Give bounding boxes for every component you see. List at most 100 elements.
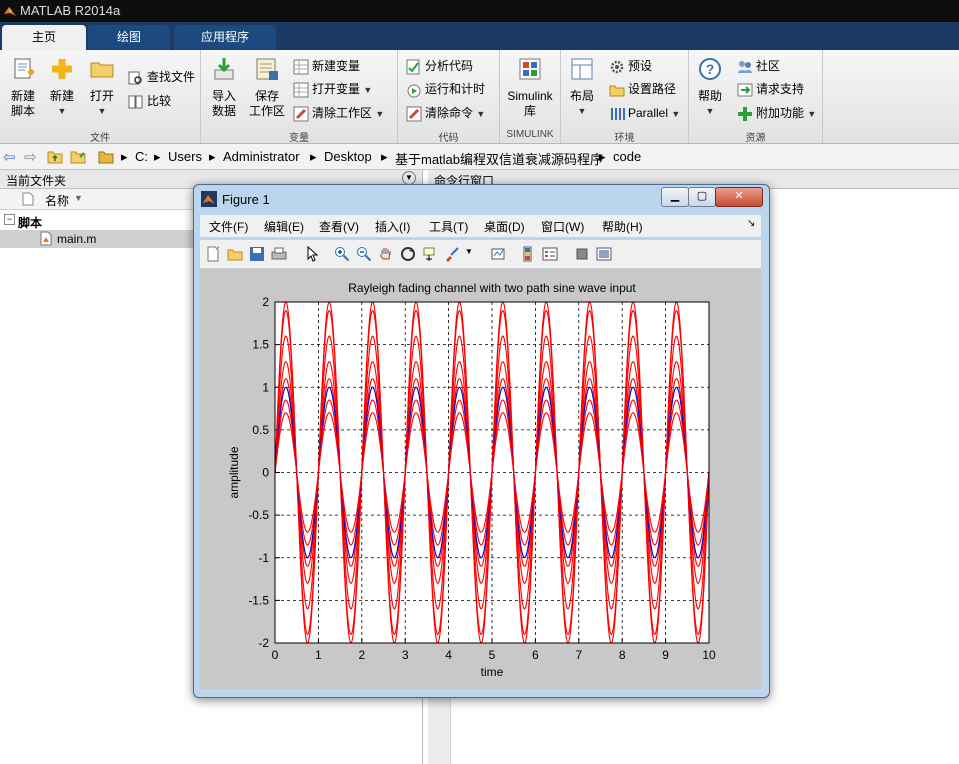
minimize-icon: ▁	[670, 190, 680, 202]
breadcrumb-users[interactable]: Users	[168, 149, 202, 164]
column-name-label[interactable]: 名称	[45, 192, 69, 209]
link-plot-icon[interactable]	[490, 246, 506, 262]
x-tick-label: 6	[532, 648, 539, 662]
menu-tools[interactable]: 工具(T)	[429, 218, 468, 235]
new-script-label-1: 新建	[10, 89, 35, 103]
community-label: 社区	[756, 59, 781, 73]
figure-window[interactable]: Figure 1 ▁ ▢ ✕ 文件(F) 编辑(E) 查看(V) 插入(I) 工…	[193, 184, 770, 698]
simulink-library-icon	[519, 58, 541, 80]
new-script-label-2: 脚本	[10, 104, 35, 118]
figure-canvas[interactable]: 0 1 2 3 4 5 6 7 8 9 10 2 1.5 1 0.5 0 -0.5 -1 -1.5 -2 Rayleig…	[200, 269, 761, 689]
menu-file[interactable]: 文件(F)	[209, 218, 248, 235]
back-arrow-icon[interactable]: ⇦	[3, 148, 16, 166]
chevron-down-icon[interactable]: ▼	[465, 247, 481, 263]
show-plot-tools-icon[interactable]	[596, 246, 612, 262]
run-and-time-label: 运行和计时	[425, 82, 486, 96]
request-support-button[interactable]: 请求支持	[737, 79, 804, 99]
zoom-out-icon[interactable]	[356, 246, 372, 262]
pan-hand-icon[interactable]	[378, 246, 394, 262]
analyze-code-button[interactable]: 分析代码	[406, 56, 473, 76]
parallel-label: Parallel	[628, 106, 669, 120]
browse-folder-icon[interactable]	[70, 149, 88, 164]
open-button[interactable]: 打开 ▼	[86, 56, 118, 119]
breadcrumb-administrator[interactable]: Administrator	[223, 149, 300, 164]
sort-down-icon: ▼	[74, 193, 83, 203]
request-support-label: 请求支持	[756, 82, 805, 96]
import-data-button[interactable]: 导入 数据	[207, 56, 241, 119]
set-path-button[interactable]: 设置路径	[609, 79, 676, 99]
new-variable-button[interactable]: 新建变量	[293, 56, 360, 76]
run-and-time-button[interactable]: 运行和计时	[406, 79, 485, 99]
layout-button[interactable]: 布局 ▼	[565, 56, 599, 119]
breadcrumb-desktop[interactable]: Desktop	[324, 149, 372, 164]
panel-menu-icon[interactable]: ▼	[402, 171, 416, 185]
preferences-button[interactable]: 预设	[609, 56, 652, 76]
zoom-in-icon[interactable]	[334, 246, 350, 262]
community-button[interactable]: 社区	[737, 56, 780, 76]
parallel-button[interactable]: Parallel ▼	[609, 103, 680, 123]
data-cursor-icon[interactable]	[422, 246, 438, 262]
breadcrumb-code[interactable]: code	[613, 149, 641, 164]
tab-apps[interactable]: 应用程序	[174, 25, 276, 50]
group-code-label: 代码	[438, 133, 459, 144]
menu-view[interactable]: 查看(V)	[319, 218, 359, 235]
y-axis-label: amplitude	[227, 446, 241, 498]
up-folder-icon[interactable]	[47, 149, 63, 164]
clear-workspace-button[interactable]: 清除工作区 ▼	[293, 103, 384, 123]
matlab-logo-icon	[4, 7, 16, 16]
pointer-icon[interactable]	[304, 246, 320, 262]
y-tick-label: 1	[262, 380, 269, 394]
breadcrumb-separator: ▸	[310, 149, 317, 164]
tab-home[interactable]: 主页	[2, 25, 86, 50]
clear-workspace-label: 清除工作区	[312, 106, 373, 120]
compare-button[interactable]: 比较	[128, 91, 171, 111]
y-tick-label: 0	[262, 466, 269, 480]
collapse-icon[interactable]: −	[4, 214, 15, 225]
close-icon: ✕	[734, 190, 744, 202]
insert-legend-icon[interactable]	[542, 246, 558, 262]
x-tick-label: 8	[619, 648, 626, 662]
print-icon[interactable]	[271, 246, 287, 262]
rotate-3d-icon[interactable]	[400, 246, 416, 262]
menu-desktop[interactable]: 桌面(D)	[484, 218, 525, 235]
menu-help[interactable]: 帮助(H)	[602, 218, 643, 235]
open-variable-button[interactable]: 打开变量 ▼	[293, 79, 372, 99]
hide-plot-tools-icon[interactable]	[574, 246, 590, 262]
x-tick-label: 10	[702, 648, 716, 662]
folder-path-icon	[609, 85, 625, 97]
simulink-library-button[interactable]: Simulink 库	[504, 56, 556, 119]
new-button[interactable]: 新建 ▼	[46, 56, 78, 119]
svg-text:?: ?	[706, 61, 715, 77]
menu-insert[interactable]: 插入(I)	[375, 218, 410, 235]
close-button[interactable]: ✕	[715, 187, 763, 207]
brush-icon[interactable]	[444, 246, 460, 262]
insert-colorbar-icon[interactable]	[520, 246, 536, 262]
save-icon[interactable]	[249, 246, 265, 262]
new-figure-icon[interactable]	[205, 246, 221, 262]
save-workspace-button[interactable]: 保存 工作区	[247, 56, 287, 119]
find-files-button[interactable]: 查找文件	[128, 67, 195, 87]
figure-toolbar: ▼	[200, 240, 761, 269]
help-button[interactable]: ? 帮助 ▼	[695, 56, 725, 119]
open-file-icon[interactable]	[227, 246, 243, 262]
dock-arrow-icon[interactable]: ↘	[747, 218, 755, 229]
minimize-button[interactable]: ▁	[661, 187, 689, 207]
group-variable: 导入 数据 保存 工作区 新建变量 打开变量 ▼ 清除工作区 ▼ 变量	[201, 50, 398, 144]
menu-window[interactable]: 窗口(W)	[541, 218, 584, 235]
analyze-code-icon	[406, 59, 420, 75]
folder-icon	[90, 62, 114, 78]
breadcrumb-project-folder[interactable]: 基于matlab编程双信道衰减源码程序	[395, 149, 603, 168]
forward-arrow-icon[interactable]: ⇨	[24, 148, 37, 166]
clear-commands-button[interactable]: 清除命令 ▼	[406, 103, 485, 123]
tab-plots[interactable]: 绘图	[88, 25, 170, 50]
clear-commands-icon	[406, 106, 422, 122]
menu-edit[interactable]: 编辑(E)	[264, 218, 304, 235]
new-script-button[interactable]: 新建 脚本	[6, 56, 40, 119]
x-tick-label: 0	[272, 648, 279, 662]
breadcrumb-c-drive[interactable]: C:	[135, 149, 148, 164]
maximize-button[interactable]: ▢	[688, 187, 716, 207]
addons-button[interactable]: 附加功能 ▼	[737, 103, 816, 123]
y-tick-label: 2	[262, 295, 269, 309]
addons-icon	[738, 106, 752, 121]
help-icon: ?	[699, 58, 721, 80]
